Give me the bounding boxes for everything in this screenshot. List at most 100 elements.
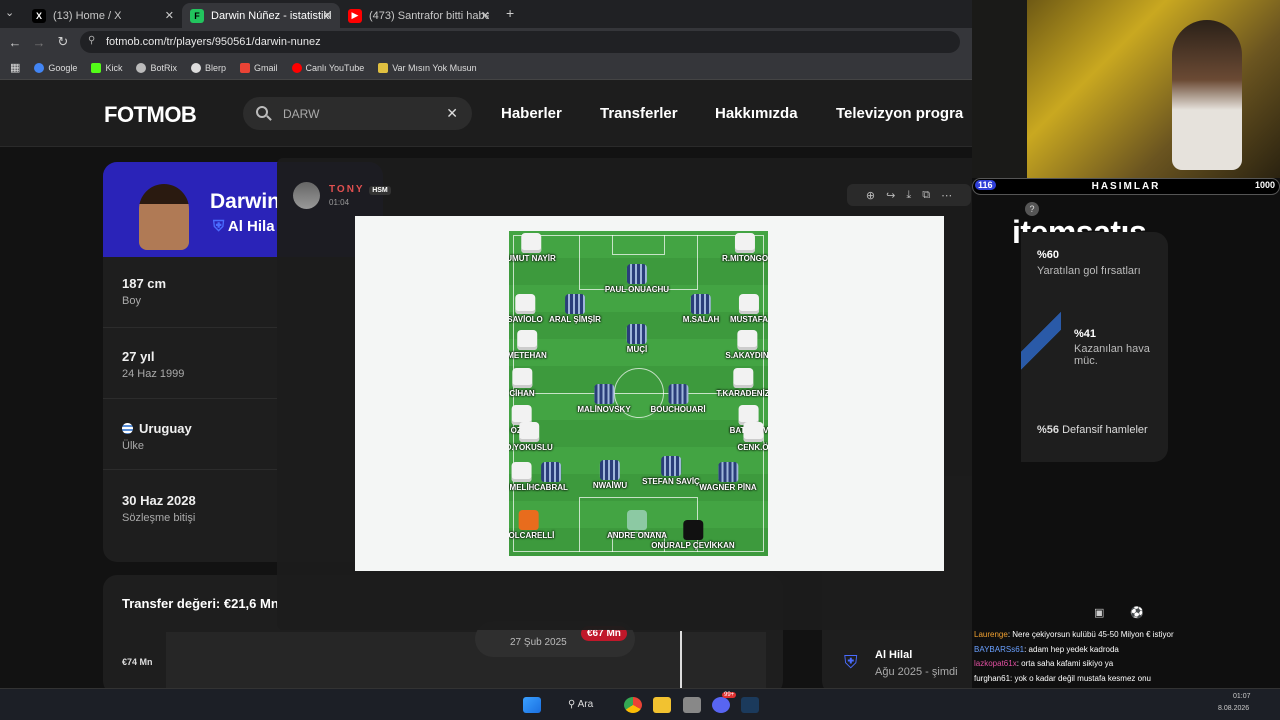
nav-hakkimizda[interactable]: Hakkımızda (715, 105, 798, 122)
bookmark-kick[interactable]: Kick (91, 62, 122, 73)
stat-value: %41 (1074, 328, 1097, 340)
stat-label: Kazanılan hava müc. (1074, 343, 1150, 367)
stat-value: 27 yıl (122, 349, 155, 364)
transfer-title: Transfer değeri: €21,6 Mn (122, 596, 279, 611)
chat-username[interactable]: Laurenge (974, 630, 1008, 639)
site-info-icon[interactable]: ⚲ (88, 35, 95, 46)
lineup-player: BOUCHOUARİ (650, 384, 706, 414)
clear-search-icon[interactable]: ✕ (446, 105, 458, 122)
discord-icon[interactable] (712, 697, 730, 713)
forward-icon[interactable]: → (27, 35, 51, 50)
player-name-label: CİHAN (509, 389, 535, 398)
close-icon[interactable]: ✕ (481, 9, 490, 22)
nav-transferler[interactable]: Transferler (600, 105, 678, 122)
bookmark-blerp[interactable]: Blerp (190, 62, 226, 73)
chat-username[interactable]: furghan61 (974, 674, 1010, 683)
bookmark-label: Google (48, 62, 78, 73)
stat-value: %56 (1037, 424, 1060, 436)
jersey-icon (520, 233, 541, 253)
role-badge: HSM (369, 186, 391, 195)
chat-username[interactable]: lazkopat61x (974, 659, 1017, 668)
avatar (293, 182, 320, 209)
stat-label: Ülke (122, 440, 145, 452)
download-icon[interactable]: ⤓ (906, 189, 911, 202)
stat-value: Uruguay (139, 421, 192, 436)
jersey-icon (514, 294, 535, 314)
player-club[interactable]: ⛨ Al Hila (213, 218, 275, 235)
tab-list-icon[interactable]: ⌄ (5, 6, 14, 19)
jersey-icon (512, 368, 532, 388)
reload-icon[interactable]: ↻ (51, 34, 75, 50)
lineup-player: METEHAN (509, 330, 547, 360)
lineup-player: CİHAN (509, 368, 535, 398)
ball-icon: ⚽ (1130, 607, 1144, 619)
bookmark-canli-youtube[interactable]: Canlı YouTube (291, 62, 364, 73)
player-name-label: MALİNOVSKY (577, 405, 631, 414)
notification-badge: 99+ (722, 692, 737, 698)
bookmark-botrix[interactable]: BotRix (136, 62, 177, 73)
back-icon[interactable]: ← (3, 35, 27, 50)
stat-country: Uruguay Ülke (122, 421, 192, 452)
tab-youtube[interactable]: ▶ (473) Santrafor bitti haberi | Sö ✕ (340, 3, 498, 28)
search-input[interactable]: DARW ✕ (243, 97, 472, 130)
jersey-icon (626, 324, 647, 344)
taskbar-search[interactable]: ⚲ Ara (568, 699, 593, 710)
career-club[interactable]: Al Hilal (875, 649, 912, 661)
jersey-icon (511, 462, 532, 482)
folder-icon[interactable] (653, 697, 671, 713)
tab-label: (473) Santrafor bitti haberi | Sö (369, 9, 489, 22)
url-field[interactable]: ⚲ fotmob.com/tr/players/950561/darwin-nu… (80, 31, 960, 53)
close-icon[interactable]: ✕ (323, 9, 332, 22)
stat-label: Boy (122, 295, 141, 307)
stadium-icon: ▣ (1094, 607, 1105, 619)
player-name-label: CABRAL (534, 483, 568, 492)
clock-date: 8.08.2026 (1218, 705, 1250, 712)
career-period: Ağu 2025 - şimdi (875, 666, 958, 678)
tab-fotmob[interactable]: F Darwin Núñez - istatistikler, kar ✕ (182, 3, 340, 28)
forward-icon[interactable]: ↪ (886, 189, 895, 202)
chat-text: : orta saha kafami sikiyo ya (1016, 659, 1114, 668)
jersey-icon (600, 460, 620, 480)
chart-cursor-line (680, 631, 682, 691)
fotmob-logo[interactable]: FOTMOB (104, 102, 197, 128)
youtube-icon: ▶ (348, 8, 362, 23)
jersey-icon (682, 520, 703, 540)
steam-icon[interactable] (741, 697, 759, 713)
message-author[interactable]: TONY HSM (329, 184, 391, 195)
lineup-player: FOLCARELLİ (509, 510, 554, 540)
radar-chart (1021, 304, 1061, 384)
more-icon[interactable]: ⋯ (941, 189, 952, 202)
apps-icon[interactable]: ▦ (10, 61, 20, 74)
bookmark-google[interactable]: Google (34, 62, 78, 73)
message-time: 01:04 (329, 198, 350, 207)
player-name-label: R.MITONGO (721, 254, 768, 263)
jersey-icon (718, 462, 738, 482)
nav-haberler[interactable]: Haberler (501, 105, 562, 122)
app-icon[interactable] (683, 697, 701, 713)
divider (103, 398, 283, 399)
zoom-icon[interactable]: ⊕ (866, 189, 875, 202)
lineup-player: MELİH (510, 462, 534, 492)
chat-username[interactable]: BAYBARSs61 (974, 645, 1024, 654)
tab-x[interactable]: X (13) Home / X ✕ (24, 3, 182, 28)
chrome-icon[interactable] (624, 697, 642, 713)
bookmark-var-misin[interactable]: Var Mısın Yok Musun (378, 62, 477, 73)
new-tab-button[interactable]: + (506, 5, 514, 21)
taskbar: ⚲ Ara 99+ 01:07 8.08.2026 (0, 688, 1280, 720)
tooltip-date: 27 Şub 2025 (510, 637, 567, 648)
bookmark-label: Gmail (253, 62, 278, 73)
stat-value: 30 Haz 2028 (122, 493, 196, 508)
nav-televizyon[interactable]: Televizyon progra (836, 105, 972, 122)
fotmob-icon: F (190, 8, 204, 23)
search-icon: ⚲ (568, 699, 578, 710)
jersey-icon (737, 330, 757, 350)
open-external-icon[interactable]: ⧉ (922, 189, 930, 202)
kick-icon (91, 62, 102, 73)
jersey-icon (627, 264, 647, 284)
player-name-label: T.KARADENİZ (716, 389, 768, 398)
football-pitch: UMUT NAYİR R.MITONGO PAUL ONUACHU SAVİOLO MU… (509, 231, 768, 556)
player-photo (139, 184, 189, 250)
windows-start-icon[interactable] (523, 697, 541, 713)
bookmark-gmail[interactable]: Gmail (239, 62, 278, 73)
close-icon[interactable]: ✕ (165, 9, 174, 22)
